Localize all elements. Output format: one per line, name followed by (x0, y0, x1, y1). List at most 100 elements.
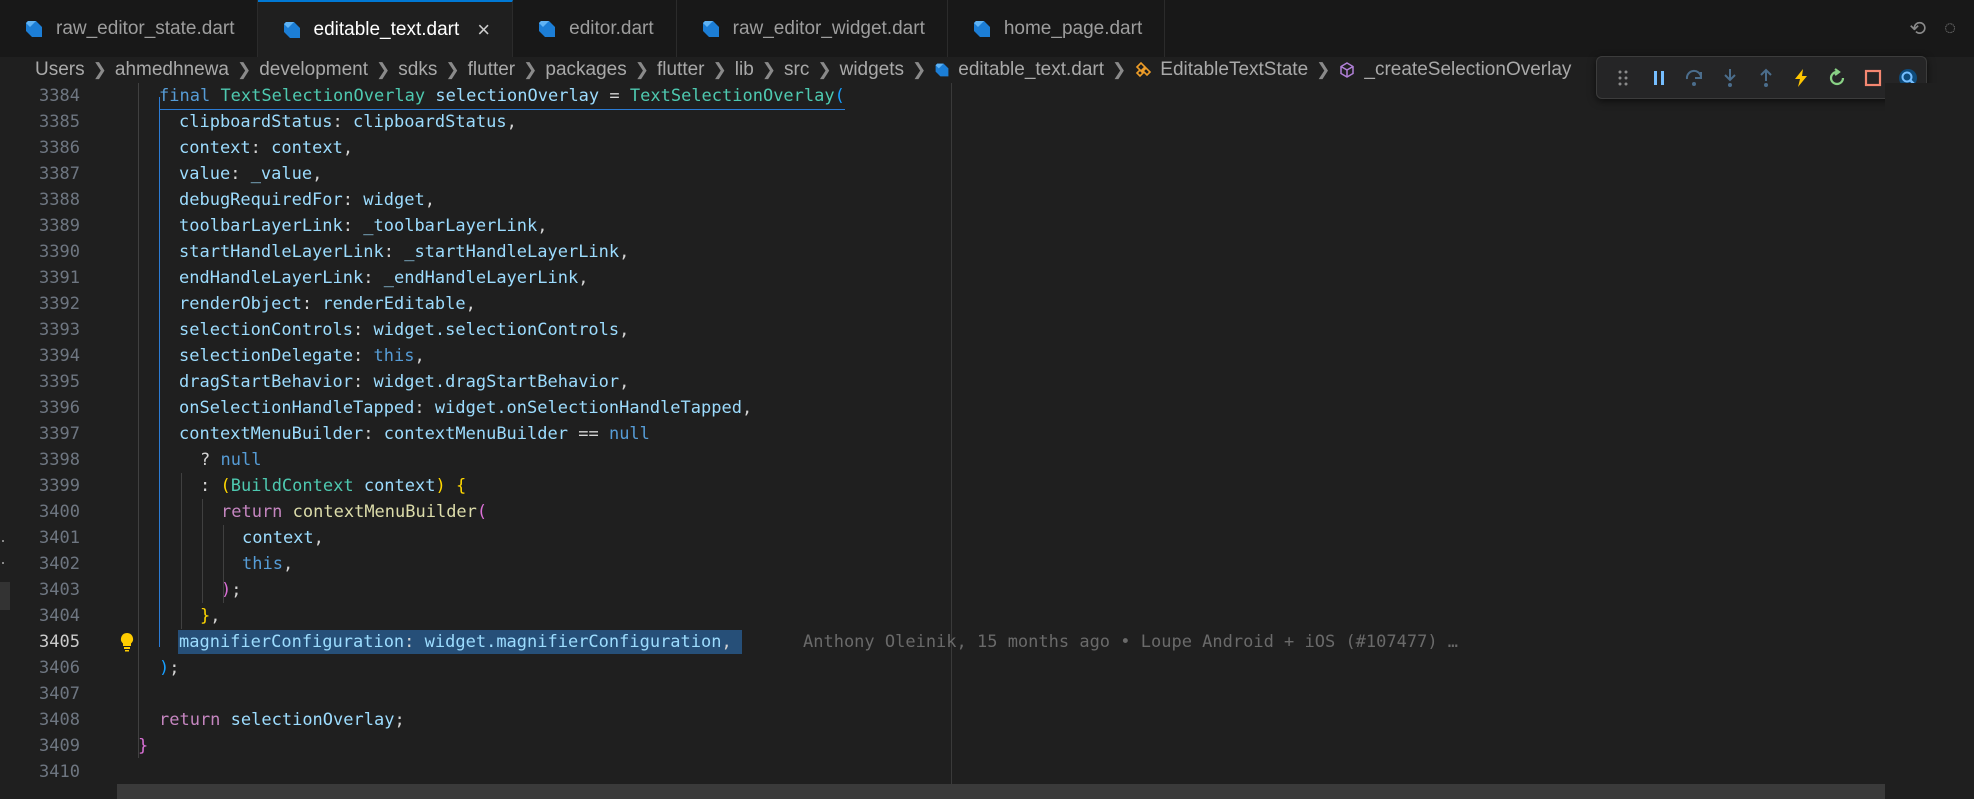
source-control-icon[interactable]: ◌ (1944, 17, 1956, 40)
code-line: 3387 value: _value, (0, 161, 1974, 187)
line-code: contextMenuBuilder: contextMenuBuilder =… (179, 424, 650, 444)
chevron-right-icon: ❯ (1316, 60, 1331, 79)
code-line: 3388 debugRequiredFor: widget, (0, 187, 1974, 213)
breadcrumb-item[interactable]: packages (545, 59, 626, 81)
chevron-right-icon: ❯ (376, 60, 391, 79)
breadcrumb-method[interactable]: _createSelectionOverlay (1364, 59, 1571, 81)
line-number: 3400 (39, 502, 80, 522)
tab-editable-text[interactable]: editable_text.dart × (257, 0, 514, 57)
breadcrumb-item[interactable]: development (259, 59, 368, 81)
code-line: 3402 this, (0, 551, 1974, 577)
chevron-right-icon: ❯ (445, 60, 460, 79)
line-number: 3387 (39, 164, 80, 184)
code-line: 3394 selectionDelegate: this, (0, 343, 1974, 369)
dart-file-icon (973, 20, 990, 37)
line-number: 3395 (39, 372, 80, 392)
line-code: magnifierConfiguration: widget.magnifier… (179, 632, 732, 652)
chevron-right-icon: ❯ (912, 60, 927, 79)
line-number: 3399 (39, 476, 80, 496)
line-code: endHandleLayerLink: _endHandleLayerLink, (179, 268, 589, 288)
line-code: toolbarLayerLink: _toolbarLayerLink, (179, 216, 548, 236)
code-line: 3386 context: context, (0, 135, 1974, 161)
line-number: 3410 (39, 762, 80, 782)
breadcrumb-item[interactable]: lib (735, 59, 754, 81)
code-line-current: 3405 magnifierConfiguration: widget.magn… (0, 629, 1974, 655)
breadcrumb-item[interactable]: flutter (468, 59, 516, 81)
code-line: 3403 ); (0, 577, 1974, 603)
line-code: renderObject: renderEditable, (179, 294, 476, 314)
chevron-right-icon: ❯ (712, 60, 727, 79)
code-line: 3400 return contextMenuBuilder( (0, 499, 1974, 525)
code-line: 3390 startHandleLayerLink: _startHandleL… (0, 239, 1974, 265)
dart-file-icon (935, 63, 949, 77)
tab-label: raw_editor_widget.dart (732, 17, 925, 39)
line-code: debugRequiredFor: widget, (179, 190, 435, 210)
line-number: 3391 (39, 268, 80, 288)
line-number: 3389 (39, 216, 80, 236)
dart-file-icon (26, 20, 42, 37)
line-code: ); (159, 658, 180, 678)
line-code: selectionDelegate: this, (179, 346, 425, 366)
line-number: 3404 (39, 606, 80, 626)
breadcrumb-item[interactable]: ahmedhnewa (115, 59, 229, 81)
line-code: : (BuildContext context) { (200, 476, 467, 496)
line-code: selectionControls: widget.selectionContr… (179, 320, 630, 340)
line-code: }, (200, 606, 221, 626)
tab-bar-actions: ⟲ ◌ (1909, 0, 1974, 57)
code-line: 3408 return selectionOverlay; (0, 707, 1974, 733)
open-changes-icon[interactable]: ⟲ (1909, 16, 1926, 41)
code-line: 3407 (0, 681, 1974, 707)
method-symbol-icon (1340, 62, 1355, 78)
dart-file-icon (283, 21, 300, 38)
breadcrumb-item[interactable]: src (784, 59, 809, 81)
tab-raw-editor-widget[interactable]: raw_editor_widget.dart (677, 0, 948, 57)
marker-dot (2, 562, 4, 564)
chevron-right-icon: ❯ (236, 60, 252, 79)
git-blame-annotation[interactable]: Anthony Oleinik, 15 months ago • Loupe A… (803, 629, 1458, 655)
tab-bar-spacer (1165, 0, 1909, 57)
chevron-right-icon: ❯ (92, 60, 107, 79)
activity-marks (0, 540, 10, 610)
tab-home-page[interactable]: home_page.dart (948, 0, 1166, 57)
breadcrumb-item[interactable]: flutter (657, 59, 705, 81)
breadcrumb-item[interactable]: widgets (840, 59, 904, 81)
code-line: 3404 }, (0, 603, 1974, 629)
line-number: 3394 (39, 346, 80, 366)
line-number: 3384 (39, 86, 80, 106)
line-code: ); (221, 580, 242, 600)
breadcrumb-class[interactable]: EditableTextState (1160, 59, 1308, 81)
dart-file-icon (539, 20, 556, 37)
breadcrumb-file[interactable]: editable_text.dart (958, 59, 1104, 81)
breadcrumb-item[interactable]: sdks (398, 59, 437, 81)
line-code: clipboardStatus: clipboardStatus, (179, 112, 517, 132)
tab-raw-editor-state[interactable]: raw_editor_state.dart (0, 0, 258, 57)
vertical-scrollbar[interactable] (1885, 83, 1974, 799)
lightbulb-icon[interactable] (118, 632, 136, 652)
tab-editor[interactable]: editor.dart (513, 0, 677, 57)
code-line: 3410 (0, 759, 1974, 785)
code-line: 3395 dragStartBehavior: widget.dragStart… (0, 369, 1974, 395)
code-line: 3399 : (BuildContext context) { (0, 473, 1974, 499)
code-line: 3385 clipboardStatus: clipboardStatus, (0, 109, 1974, 135)
code-line: 3384 final TextSelectionOverlay selectio… (0, 83, 1974, 109)
line-number: 3401 (39, 528, 80, 548)
line-number: 3407 (39, 684, 80, 704)
chevron-right-icon: ❯ (634, 60, 649, 79)
breadcrumb-item[interactable]: Users (35, 59, 85, 81)
code-line: 3401 context, (0, 525, 1974, 551)
line-number: 3393 (39, 320, 80, 340)
chevron-right-icon: ❯ (523, 60, 538, 79)
gutter-marker (0, 582, 10, 610)
line-number: 3402 (39, 554, 80, 574)
code-editor[interactable]: 3384 final TextSelectionOverlay selectio… (0, 83, 1974, 799)
close-tab-icon[interactable]: × (477, 17, 490, 43)
tab-label: editable_text.dart (313, 18, 460, 40)
line-number: 3408 (39, 710, 80, 730)
tab-label: editor.dart (569, 17, 654, 39)
code-line: 3392 renderObject: renderEditable, (0, 291, 1974, 317)
line-number: 3386 (39, 138, 80, 158)
marker-dot (2, 540, 4, 542)
line-code: this, (242, 554, 294, 574)
line-number: 3396 (39, 398, 80, 418)
code-line: 3393 selectionControls: widget.selection… (0, 317, 1974, 343)
